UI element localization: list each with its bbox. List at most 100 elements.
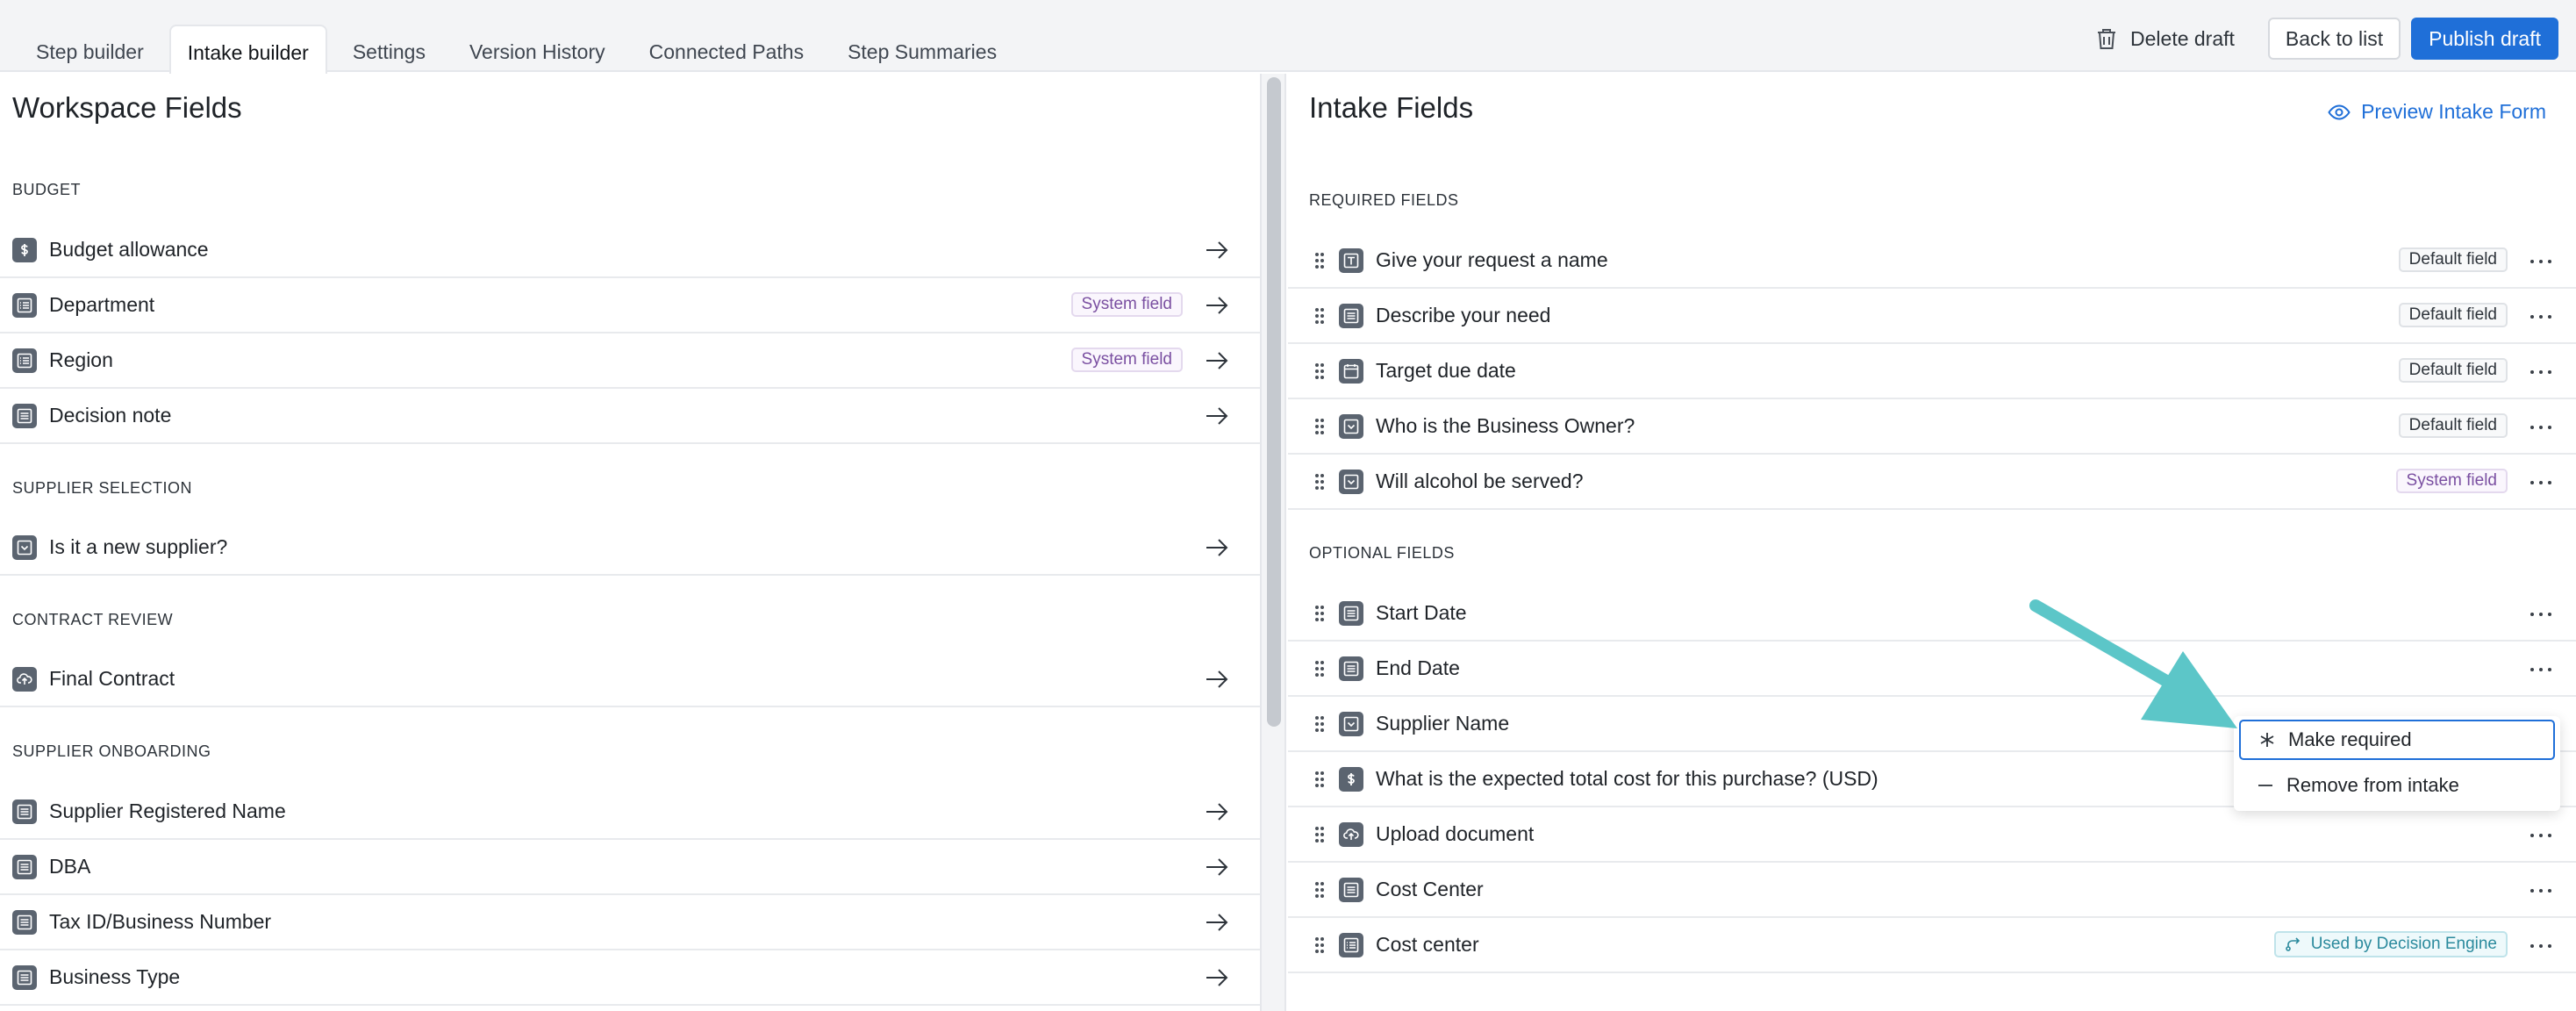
upload-icon [1339, 821, 1363, 847]
text-area-icon [12, 854, 37, 879]
tab-list: Step builder Intake builder Settings Ver… [18, 25, 1022, 74]
system-field-badge: System field [2395, 469, 2508, 493]
field-label: Business Type [49, 965, 181, 988]
arrow-right-icon[interactable] [1206, 538, 1228, 557]
arrow-right-icon[interactable] [1206, 670, 1228, 689]
workspace-field-row[interactable]: Business Type [0, 950, 1260, 1006]
text-area-icon [12, 799, 37, 824]
default-field-badge: Default field [2398, 358, 2508, 383]
intake-field-row[interactable]: Cost center Used by Decision Engine [1288, 918, 2576, 973]
drag-handle-icon[interactable] [1314, 936, 1325, 954]
drag-handle-icon[interactable] [1314, 826, 1325, 843]
more-options-icon[interactable] [2530, 363, 2551, 381]
more-options-icon[interactable] [2530, 474, 2551, 491]
drag-handle-icon[interactable] [1314, 715, 1325, 733]
asterisk-icon [2260, 733, 2274, 747]
more-options-icon[interactable] [2530, 308, 2551, 326]
workspace-field-row[interactable]: Final Contract [0, 652, 1260, 707]
intake-field-row[interactable]: Who is the Business Owner? Default field [1288, 399, 2576, 455]
more-options-icon[interactable] [2530, 827, 2551, 844]
default-field-badge: Default field [2398, 247, 2508, 272]
arrow-right-icon[interactable] [1206, 406, 1228, 426]
more-options-icon[interactable] [2530, 937, 2551, 955]
tab-step-summaries[interactable]: Step Summaries [829, 25, 1015, 72]
workspace-field-row[interactable]: DBA [0, 840, 1260, 895]
workspace-fields-title: Workspace Fields [12, 91, 242, 124]
remove-from-intake-label: Remove from intake [2286, 774, 2459, 796]
drag-handle-icon[interactable] [1314, 418, 1325, 435]
drag-handle-icon[interactable] [1314, 307, 1325, 325]
tab-settings[interactable]: Settings [334, 25, 444, 72]
intake-field-row[interactable]: Will alcohol be served? System field [1288, 455, 2576, 510]
trash-icon [2098, 29, 2116, 49]
dropdown-icon [1339, 413, 1363, 439]
arrow-right-icon[interactable] [1206, 240, 1228, 260]
intake-field-row[interactable]: Describe your need Default field [1288, 289, 2576, 344]
section-header-optional-fields: OPTIONAL FIELDS [1309, 544, 1455, 562]
workspace-field-row[interactable]: Supplier Registered Name [0, 785, 1260, 840]
more-options-icon[interactable] [2530, 419, 2551, 436]
drag-handle-icon[interactable] [1314, 473, 1325, 491]
workspace-fields-panel: Workspace Fields BUDGET Budget allowance… [0, 74, 1260, 1011]
field-label: Target due date [1376, 359, 1516, 382]
text-area-icon [1339, 600, 1363, 626]
text-icon [1339, 247, 1363, 273]
more-options-icon[interactable] [2530, 661, 2551, 678]
section-header-supplier-selection: SUPPLIER SELECTION [12, 479, 193, 497]
workspace-field-row[interactable]: Decision note [0, 389, 1260, 444]
intake-field-row[interactable]: Upload document [1288, 807, 2576, 863]
list-icon [12, 292, 37, 318]
intake-field-row[interactable]: Start Date [1288, 586, 2576, 642]
more-options-icon[interactable] [2530, 882, 2551, 900]
back-to-list-button[interactable]: Back to list [2267, 18, 2401, 60]
drag-handle-icon[interactable] [1314, 362, 1325, 380]
scrollbar[interactable] [1260, 74, 1286, 1011]
arrow-right-icon[interactable] [1206, 296, 1228, 315]
field-label: Will alcohol be served? [1376, 470, 1584, 492]
intake-field-row[interactable]: Give your request a name Default field [1288, 233, 2576, 289]
tab-version-history[interactable]: Version History [451, 25, 624, 72]
arrow-right-icon[interactable] [1206, 913, 1228, 932]
more-options-icon[interactable] [2530, 253, 2551, 270]
intake-fields-title: Intake Fields [1309, 91, 1474, 124]
make-required-menu-item[interactable]: Make required [2239, 720, 2555, 760]
preview-intake-form-label: Preview Intake Form [2361, 100, 2546, 123]
text-area-icon [12, 909, 37, 935]
intake-fields-panel: Intake Fields Preview Intake Form REQUIR… [1288, 74, 2576, 1011]
field-label: Start Date [1376, 601, 1467, 624]
tab-connected-paths[interactable]: Connected Paths [631, 25, 822, 72]
remove-from-intake-menu-item[interactable]: Remove from intake [2239, 765, 2555, 806]
system-field-badge: System field [1070, 348, 1183, 372]
scrollbar-thumb[interactable] [1267, 77, 1281, 727]
workspace-field-row[interactable]: Is it a new supplier? [0, 520, 1260, 576]
field-label: Decision note [49, 404, 172, 427]
workspace-field-row[interactable]: Department System field [0, 278, 1260, 333]
section-header-contract-review: CONTRACT REVIEW [12, 611, 174, 628]
preview-intake-form-link[interactable]: Preview Intake Form [2328, 100, 2546, 124]
drag-handle-icon[interactable] [1314, 660, 1325, 678]
more-options-icon[interactable] [2530, 606, 2551, 623]
drag-handle-icon[interactable] [1314, 881, 1325, 899]
field-label: Is it a new supplier? [49, 535, 228, 558]
drag-handle-icon[interactable] [1314, 252, 1325, 269]
intake-field-row[interactable]: Target due date Default field [1288, 344, 2576, 399]
field-context-menu: Make required Remove from intake [2234, 716, 2560, 811]
drag-handle-icon[interactable] [1314, 771, 1325, 788]
intake-field-row[interactable]: End Date [1288, 642, 2576, 697]
field-label: Supplier Name [1376, 712, 1510, 735]
drag-handle-icon[interactable] [1314, 605, 1325, 622]
arrow-right-icon[interactable] [1206, 968, 1228, 987]
workspace-field-row[interactable]: Tax ID/Business Number [0, 895, 1260, 950]
publish-draft-button[interactable]: Publish draft [2411, 18, 2558, 60]
intake-field-row[interactable]: Cost Center [1288, 863, 2576, 918]
workspace-field-row[interactable]: Budget allowance [0, 223, 1260, 278]
arrow-right-icon[interactable] [1206, 802, 1228, 821]
arrow-right-icon[interactable] [1206, 351, 1228, 370]
workspace-field-row[interactable]: Region System field [0, 333, 1260, 389]
tab-step-builder[interactable]: Step builder [18, 25, 162, 72]
delete-draft-button[interactable]: Delete draft [2095, 26, 2235, 51]
currency-icon [1339, 766, 1363, 792]
arrow-right-icon[interactable] [1206, 857, 1228, 877]
field-label: Final Contract [49, 667, 175, 690]
tab-intake-builder[interactable]: Intake builder [168, 25, 327, 74]
